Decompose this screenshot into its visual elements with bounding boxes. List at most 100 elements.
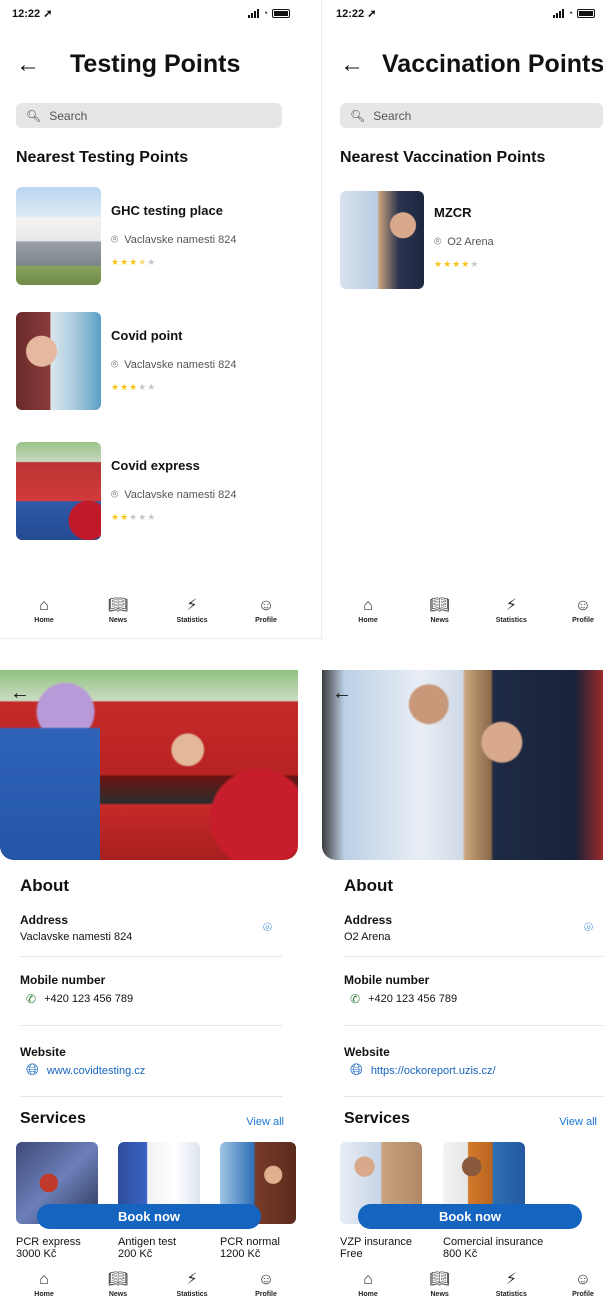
location-pin-icon: ⌾ bbox=[111, 487, 119, 501]
battery-icon bbox=[577, 8, 595, 18]
signal-icon bbox=[552, 8, 564, 18]
tab-profile[interactable]: ☺︎ Profile bbox=[563, 598, 603, 634]
tab-news[interactable]: 📖︎ News bbox=[420, 1272, 460, 1302]
services-heading: Services bbox=[344, 1110, 410, 1127]
user-icon: ☺︎ bbox=[257, 597, 275, 614]
search-input[interactable] bbox=[371, 107, 576, 124]
service-price: 200 Kč bbox=[118, 1248, 153, 1260]
tab-home[interactable]: ⌂ Home bbox=[348, 598, 388, 634]
search-bar[interactable]: 🔍︎ bbox=[16, 103, 282, 128]
divider bbox=[20, 1025, 282, 1026]
back-arrow-icon[interactable]: ← bbox=[10, 682, 30, 705]
tab-profile[interactable]: ☺︎ Profile bbox=[246, 1272, 286, 1302]
user-icon: ☺︎ bbox=[574, 597, 592, 614]
website-url: https://ockoreport.uzis.cz/ bbox=[370, 1065, 496, 1077]
place-photo bbox=[16, 187, 101, 285]
location-pin-icon: ⌾ bbox=[111, 357, 119, 371]
phone-row[interactable]: ✆ +420 123 456 789 bbox=[26, 992, 133, 1006]
phone-row[interactable]: ✆ +420 123 456 789 bbox=[350, 992, 457, 1006]
website-link[interactable]: 🌐︎ www.covidtesting.cz bbox=[26, 1062, 145, 1080]
service-card[interactable]: PCR normal 1200 Kč bbox=[220, 1142, 296, 1260]
website-label: Website bbox=[344, 1045, 390, 1059]
tab-profile[interactable]: ☺︎ Profile bbox=[246, 598, 286, 634]
location-pin-icon[interactable]: ⌾ bbox=[584, 919, 593, 936]
view-all-link[interactable]: View all bbox=[559, 1116, 597, 1128]
user-icon: ☺︎ bbox=[574, 1271, 592, 1288]
rating-stars: ★★★★★ bbox=[111, 512, 157, 522]
service-card[interactable]: Antigen test 200 Kč bbox=[118, 1142, 200, 1260]
search-bar[interactable]: 🔍︎ bbox=[340, 103, 603, 128]
tab-statistics[interactable]: ⚡︎ Statistics bbox=[491, 598, 531, 634]
service-name: PCR express bbox=[16, 1236, 81, 1248]
about-heading: About bbox=[344, 876, 394, 895]
chart-icon: ⚡︎ bbox=[505, 1271, 517, 1288]
tab-home[interactable]: ⌂ Home bbox=[24, 1272, 64, 1302]
tab-news[interactable]: 📖︎ News bbox=[98, 598, 138, 634]
place-card[interactable]: GHC testing place ⌾ Vaclavske namesti 824… bbox=[16, 187, 237, 287]
divider bbox=[344, 1096, 603, 1097]
services-heading: Services bbox=[20, 1110, 86, 1127]
book-icon: 📖︎ bbox=[429, 597, 450, 614]
back-arrow-icon[interactable]: ← bbox=[340, 52, 364, 77]
chart-icon: ⚡︎ bbox=[505, 597, 517, 614]
search-icon: 🔍︎ bbox=[26, 108, 42, 123]
testing-detail-screen: ← About Address Vaclavske namesti 824 ⌾ … bbox=[0, 660, 298, 1302]
mobile-label: Mobile number bbox=[20, 973, 106, 987]
book-now-button[interactable]: Book now bbox=[37, 1204, 261, 1229]
rating-stars: ★★★★★ bbox=[111, 257, 157, 267]
home-icon: ⌂ bbox=[39, 597, 49, 614]
place-name: GHC testing place bbox=[111, 203, 223, 218]
tab-statistics[interactable]: ⚡︎ Statistics bbox=[172, 598, 212, 634]
service-name: PCR normal bbox=[220, 1236, 280, 1248]
bottom-tab-bar: ⌂ Home 📖︎ News ⚡︎ Statistics ☺︎ Profile bbox=[322, 1272, 603, 1302]
place-name: Covid point bbox=[111, 328, 183, 343]
rating-stars: ★★★★★ bbox=[434, 259, 480, 269]
header: ← Testing Points bbox=[16, 50, 240, 79]
user-icon: ☺︎ bbox=[257, 1271, 275, 1288]
place-photo bbox=[340, 191, 424, 289]
tab-news[interactable]: 📖︎ News bbox=[98, 1272, 138, 1302]
back-arrow-icon[interactable]: ← bbox=[16, 52, 40, 77]
book-icon: 📖︎ bbox=[107, 1271, 129, 1288]
website-link[interactable]: 🌐︎ https://ockoreport.uzis.cz/ bbox=[350, 1062, 496, 1080]
tab-profile[interactable]: ☺︎ Profile bbox=[563, 1272, 603, 1302]
tab-statistics[interactable]: ⚡︎ Statistics bbox=[172, 1272, 212, 1302]
place-address: Vaclavske namesti 824 bbox=[124, 358, 237, 371]
tab-home[interactable]: ⌂ Home bbox=[24, 598, 64, 634]
wifi-icon: ◔ bbox=[567, 8, 573, 18]
service-card[interactable]: PCR express 3000 Kč bbox=[16, 1142, 98, 1260]
service-card[interactable]: Comercial insurance 800 Kč bbox=[443, 1142, 543, 1260]
vaccination-points-screen: 12:22 ➚ ◔ ← Vaccination Points 🔍︎ Neares… bbox=[324, 0, 603, 640]
place-card[interactable]: Covid express ⌾ Vaclavske namesti 824 ★★★… bbox=[16, 442, 237, 542]
wifi-icon: ◔ bbox=[262, 8, 268, 18]
divider bbox=[20, 1096, 282, 1097]
place-card[interactable]: Covid point ⌾ Vaclavske namesti 824 ★★★★★ bbox=[16, 312, 237, 412]
search-input[interactable] bbox=[47, 107, 252, 124]
panel-divider bbox=[321, 0, 322, 640]
service-card[interactable]: VZP insurance Free bbox=[340, 1142, 422, 1260]
section-title: Nearest Vaccination Points bbox=[340, 149, 546, 166]
status-icons: ◔ bbox=[247, 8, 290, 18]
bottom-tab-bar: ⌂ Home 📖︎ News ⚡︎ Statistics ☺︎ Profile bbox=[324, 598, 603, 634]
place-card[interactable]: MZCR ⌾ O2 Arena ★★★★★ bbox=[340, 191, 494, 291]
place-address: O2 Arena bbox=[447, 235, 494, 248]
place-photo bbox=[16, 312, 101, 410]
home-icon: ⌂ bbox=[363, 597, 373, 614]
bottom-tab-bar: ⌂ Home 📖︎ News ⚡︎ Statistics ☺︎ Profile bbox=[0, 1272, 298, 1302]
address-label: Address bbox=[344, 913, 393, 927]
book-icon: 📖︎ bbox=[429, 1271, 450, 1288]
book-now-button[interactable]: Book now bbox=[358, 1204, 582, 1229]
back-arrow-icon[interactable]: ← bbox=[332, 682, 352, 705]
location-pin-icon[interactable]: ⌾ bbox=[263, 919, 272, 936]
tab-statistics[interactable]: ⚡︎ Statistics bbox=[491, 1272, 531, 1302]
website-label: Website bbox=[20, 1045, 66, 1059]
globe-icon: 🌐︎ bbox=[350, 1062, 363, 1079]
tab-news[interactable]: 📖︎ News bbox=[420, 598, 460, 634]
bottom-tab-bar: ⌂ Home 📖︎ News ⚡︎ Statistics ☺︎ Profile bbox=[0, 598, 298, 634]
tab-home[interactable]: ⌂ Home bbox=[348, 1272, 388, 1302]
about-heading: About bbox=[20, 876, 70, 895]
place-name: Covid express bbox=[111, 458, 200, 473]
view-all-link[interactable]: View all bbox=[246, 1116, 284, 1128]
service-name: Antigen test bbox=[118, 1236, 177, 1248]
page-title: Testing Points bbox=[70, 50, 241, 78]
